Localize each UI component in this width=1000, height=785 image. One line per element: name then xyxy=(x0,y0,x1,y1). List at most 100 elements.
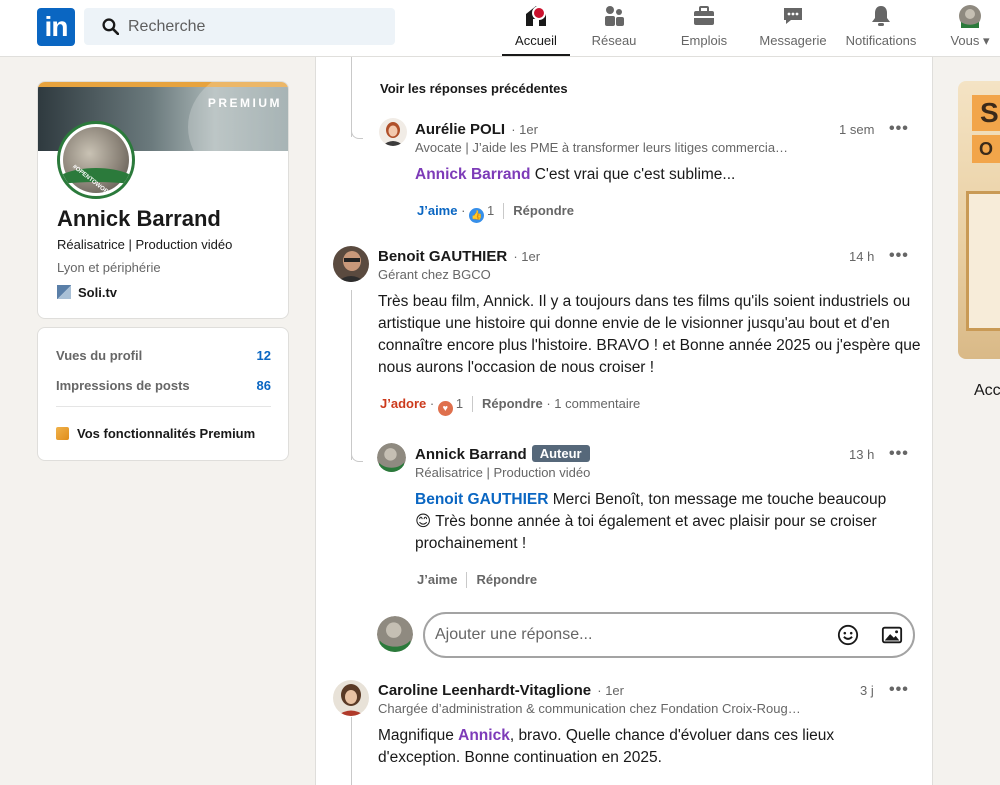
profile-headline: Réalisatrice | Production vidéo xyxy=(57,237,233,252)
reply-button[interactable]: Répondre xyxy=(513,203,574,218)
reaction-count[interactable]: 1 xyxy=(456,396,463,411)
comment-text: Très beau film, Annick. Il y a toujours … xyxy=(378,293,921,376)
ad-text[interactable]: Acc xyxy=(974,382,1000,400)
comment-body-line1: Merci Benoît, ton message me touche beau… xyxy=(548,491,887,508)
mention-link[interactable]: Benoit GAUTHIER xyxy=(415,491,548,508)
briefcase-icon xyxy=(694,6,714,25)
mention-link[interactable]: Annick Barrand xyxy=(415,166,530,183)
thread-connector xyxy=(351,117,363,139)
nav-messaging-label: Messagerie xyxy=(759,33,827,48)
nav-jobs-label: Emplois xyxy=(680,33,728,48)
commenter-headline: Chargée d’administration & communication… xyxy=(378,701,801,716)
comments-count[interactable]: · 1 commentaire xyxy=(546,396,640,411)
image-icon[interactable] xyxy=(880,624,904,646)
nav-network-label: Réseau xyxy=(591,33,637,48)
thread-connector xyxy=(351,440,363,462)
commenter-name-text: Aurélie POLI xyxy=(415,121,506,138)
comment-actions: J’aime · 👍 1 Répondre xyxy=(417,203,574,223)
author-avatar[interactable] xyxy=(377,443,406,472)
premium-features-link[interactable]: Vos fonctionnalités Premium xyxy=(56,426,255,441)
reaction-count[interactable]: 1 xyxy=(487,203,494,218)
chat-icon xyxy=(784,8,802,24)
profile-views-count: 12 xyxy=(256,348,271,363)
love-reaction-icon: ♥ xyxy=(437,401,453,416)
smile-emoji: 😊 xyxy=(415,513,432,530)
commenter-avatar[interactable] xyxy=(333,680,369,716)
commenter-headline: Gérant chez BGCO xyxy=(378,267,491,282)
comments-feed: Voir les réponses précédentes Aurélie PO… xyxy=(315,57,933,785)
profile-location: Lyon et périphérie xyxy=(57,260,161,275)
commenter-avatar[interactable] xyxy=(379,118,407,146)
ad-tag-a: S xyxy=(972,95,1000,131)
comment-actions: J’adore · ♥ 1 Répondre · 1 commentaire xyxy=(380,396,640,416)
reply-button[interactable]: Répondre xyxy=(482,396,543,411)
current-user-avatar xyxy=(377,616,413,652)
comment-time: 13 h xyxy=(849,447,875,462)
commenter-name[interactable]: Aurélie POLI · 1er xyxy=(415,121,538,138)
comment-time: 14 h xyxy=(849,249,875,264)
company-logo-icon xyxy=(57,285,71,299)
thread-line xyxy=(351,290,352,460)
divider xyxy=(56,406,271,407)
company-name: Soli.tv xyxy=(78,285,118,300)
bell-icon xyxy=(872,6,890,26)
linkedin-logo[interactable]: in xyxy=(37,8,75,46)
top-navigation: in Accueil Réseau Emplois Messagerie Not… xyxy=(0,0,1000,57)
nav-home-label: Accueil xyxy=(515,33,557,48)
profile-views-row[interactable]: Vues du profil 12 xyxy=(56,348,271,363)
ad-image[interactable]: S O xyxy=(958,81,1000,359)
comment-time: 1 sem xyxy=(839,122,875,137)
author-badge: Auteur xyxy=(531,445,590,462)
active-underline xyxy=(502,54,570,56)
more-options-icon[interactable]: ••• xyxy=(889,247,909,265)
commenter-name[interactable]: Annick Barrand Auteur xyxy=(415,445,590,463)
commenter-avatar[interactable] xyxy=(333,246,369,282)
separator xyxy=(466,572,468,588)
reply-button[interactable]: Répondre xyxy=(476,572,537,587)
like-button[interactable]: J’aime xyxy=(417,203,457,218)
profile-views-label: Vues du profil xyxy=(56,348,143,363)
commenter-name[interactable]: Benoit GAUTHIER · 1er xyxy=(378,248,540,265)
profile-name[interactable]: Annick Barrand xyxy=(57,206,221,232)
more-options-icon[interactable]: ••• xyxy=(889,681,909,699)
commenter-name[interactable]: Caroline Leenhardt-Vitaglione · 1er xyxy=(378,682,624,699)
nav-notifications[interactable]: Notifications xyxy=(842,4,920,56)
profile-company[interactable]: Soli.tv xyxy=(57,285,117,300)
connection-degree: · 1er xyxy=(513,249,541,264)
nav-network[interactable]: Réseau xyxy=(590,4,638,56)
mention-link[interactable]: Annick xyxy=(458,727,510,744)
nav-notifications-label: Notifications xyxy=(845,33,917,48)
nav-jobs[interactable]: Emplois xyxy=(676,4,732,56)
commenter-name-text: Benoit GAUTHIER xyxy=(378,248,508,265)
reply-input[interactable] xyxy=(435,614,815,656)
nav-messaging[interactable]: Messagerie xyxy=(755,4,831,56)
love-button[interactable]: J’adore xyxy=(380,396,426,411)
emoji-icon[interactable] xyxy=(836,624,860,646)
nav-home[interactable]: Accueil xyxy=(502,4,570,56)
more-options-icon[interactable]: ••• xyxy=(889,445,909,463)
premium-label: PREMIUM xyxy=(207,96,282,110)
post-impressions-row[interactable]: Impressions de posts 86 xyxy=(56,378,271,393)
more-options-icon[interactable]: ••• xyxy=(889,120,909,138)
post-impressions-count: 86 xyxy=(256,378,271,393)
profile-avatar[interactable]: #OPENTOWORK xyxy=(57,121,135,199)
search-bar[interactable] xyxy=(84,8,395,45)
comment-actions: J’aime Répondre xyxy=(417,572,537,588)
connection-degree: · 1er xyxy=(511,122,538,137)
like-button[interactable]: J’aime xyxy=(417,572,457,587)
reply-box[interactable] xyxy=(423,612,915,658)
commenter-headline: Réalisatrice | Production vidéo xyxy=(415,465,591,480)
like-reaction-icon: 👍 xyxy=(469,208,485,223)
comment-body-line2: Très bonne année à toi également et avec… xyxy=(415,513,877,552)
nav-me-label: Vous ▾ xyxy=(950,33,990,48)
premium-features-label: Vos fonctionnalités Premium xyxy=(77,426,256,441)
profile-card[interactable]: PREMIUM #OPENTOWORK Annick Barrand Réali… xyxy=(37,81,289,319)
previous-replies-link[interactable]: Voir les réponses précédentes xyxy=(380,81,568,96)
search-icon xyxy=(102,18,119,35)
commenter-name-text: Annick Barrand xyxy=(415,446,527,463)
commenter-name-text: Caroline Leenhardt-Vitaglione xyxy=(378,682,592,699)
me-avatar-icon xyxy=(959,5,981,28)
nav-me[interactable]: Vous ▾ xyxy=(946,4,994,56)
search-input[interactable] xyxy=(128,8,388,45)
profile-stats-card: Vues du profil 12 Impressions de posts 8… xyxy=(37,327,289,461)
